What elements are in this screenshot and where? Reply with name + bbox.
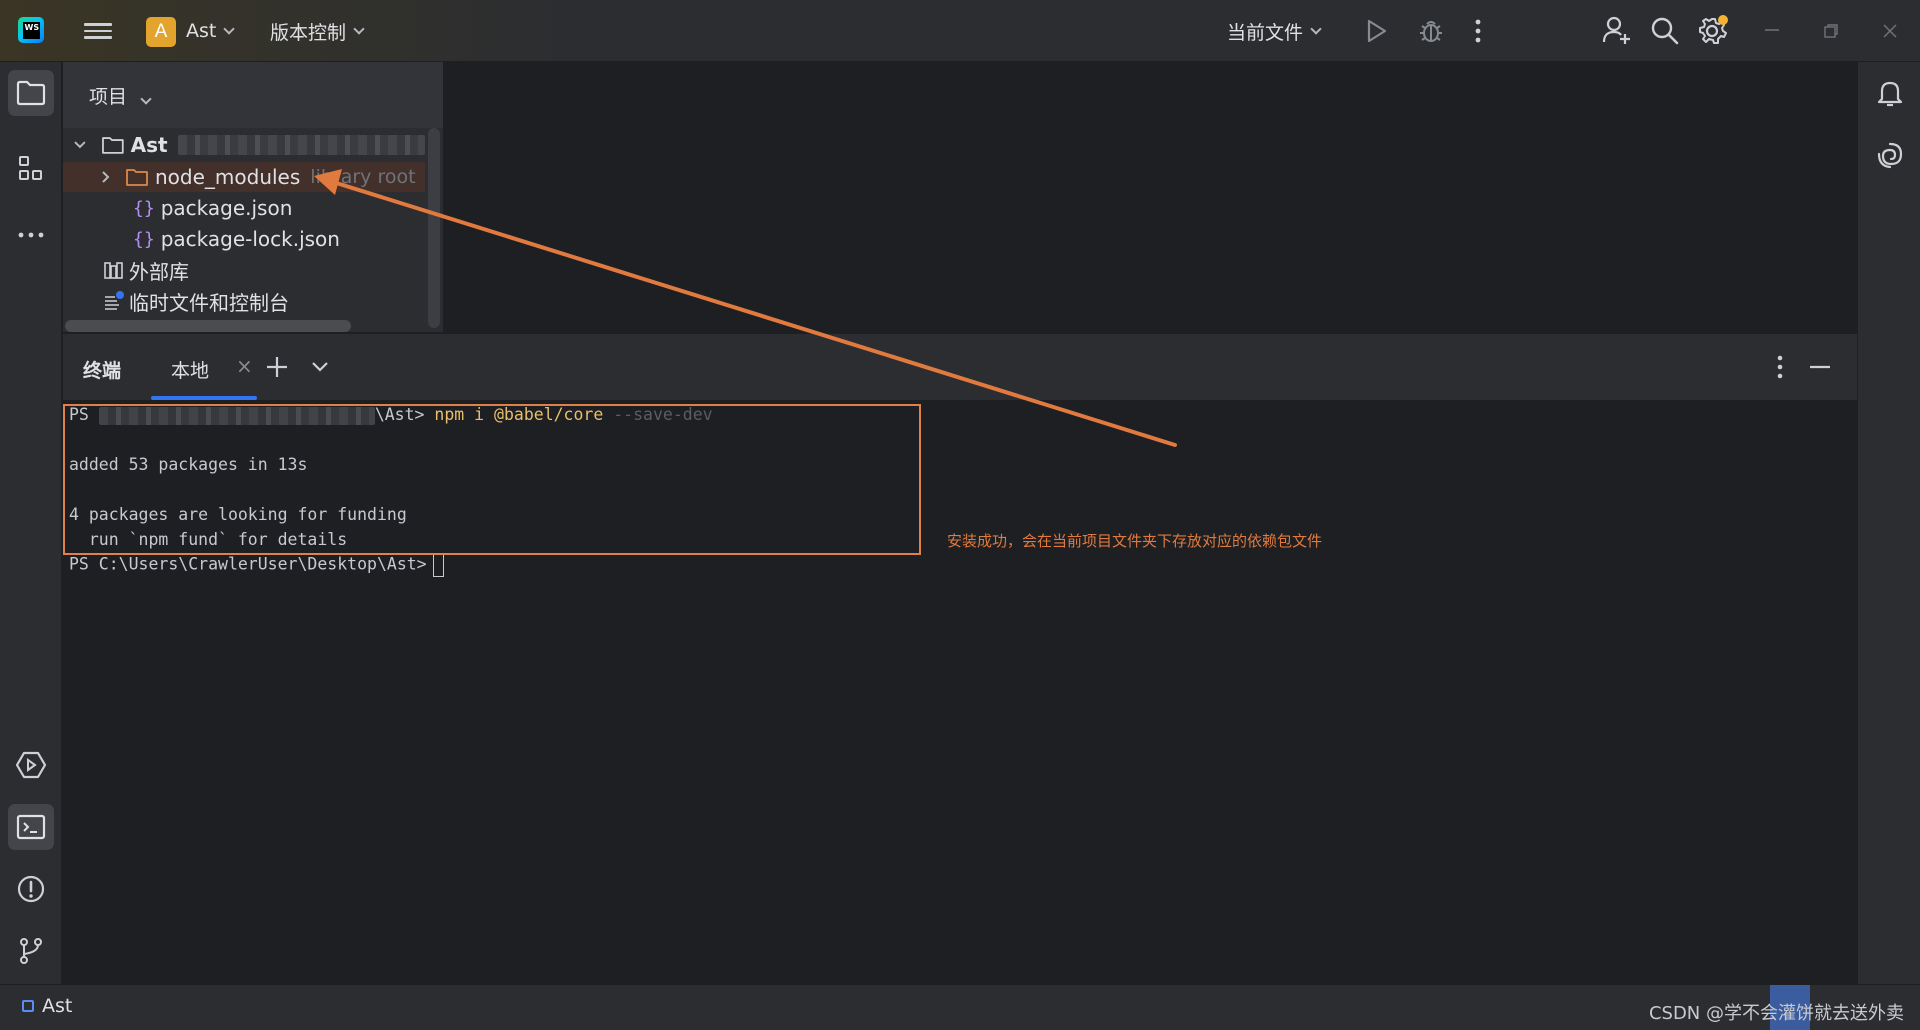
- restore-window-icon[interactable]: [1823, 23, 1839, 39]
- scratches-icon: [105, 291, 124, 310]
- tree-item-label: 外部库: [129, 259, 189, 284]
- vertical-scrollbar[interactable]: [428, 128, 440, 328]
- close-window-icon[interactable]: [1882, 23, 1898, 39]
- structure-icon: [19, 156, 42, 180]
- chevron-down-icon: [1310, 22, 1322, 35]
- project-name: Ast: [186, 20, 217, 42]
- project-icon: [22, 1000, 34, 1012]
- annotation-text: 安装成功，会在当前项目文件夹下存放对应的依赖包文件: [947, 532, 1323, 550]
- folder-icon: [101, 137, 124, 154]
- library-root-hint: library root: [310, 166, 416, 188]
- chevron-down-icon: [140, 93, 152, 105]
- status-project[interactable]: Ast: [22, 995, 72, 1017]
- tab-local[interactable]: 本地 ×: [151, 334, 257, 400]
- vcs-label: 版本控制: [270, 21, 347, 44]
- chevron-right-icon: [102, 171, 110, 183]
- run-config-label: 当前文件: [1227, 21, 1304, 44]
- terminal-cursor: [432, 553, 444, 577]
- json-file-icon: {}: [133, 228, 155, 250]
- terminal-header: 终端 本地 ×: [63, 334, 1857, 400]
- tree-item-label: node_modules: [155, 165, 301, 189]
- folder-icon: [16, 80, 46, 106]
- project-tool-button[interactable]: [8, 70, 54, 116]
- library-icon: [104, 262, 123, 279]
- ai-assistant-icon[interactable]: [1875, 140, 1905, 170]
- run-config-selector[interactable]: 当前文件: [1227, 0, 1322, 62]
- problems-tool-button[interactable]: [8, 866, 54, 912]
- code-with-me-icon[interactable]: [1602, 15, 1632, 45]
- tab-local-label: 本地: [171, 360, 210, 382]
- structure-tool-button[interactable]: [8, 146, 54, 192]
- services-tool-button[interactable]: [8, 742, 54, 788]
- webstorm-logo-icon[interactable]: WS: [18, 17, 44, 43]
- tree-item-package-json[interactable]: {} package.json: [63, 193, 425, 223]
- project-panel-title: 项目: [89, 86, 128, 108]
- close-tab-icon[interactable]: ×: [236, 354, 253, 378]
- redacted-path: [177, 135, 425, 155]
- project-badge[interactable]: A: [146, 17, 176, 47]
- terminal-icon: [16, 814, 46, 840]
- minimize-window-icon[interactable]: [1764, 28, 1780, 32]
- tree-item-label: 临时文件和控制台: [129, 290, 289, 315]
- terminal-line-prompt: PS C:\Users\CrawlerUser\Desktop\Ast>: [69, 553, 444, 577]
- chevron-down-icon[interactable]: [311, 361, 329, 373]
- editor-area[interactable]: [443, 62, 1857, 332]
- terminal-options-icon[interactable]: [1776, 354, 1784, 380]
- more-tools-button[interactable]: [8, 212, 54, 258]
- debug-icon[interactable]: [1417, 17, 1445, 45]
- chevron-down-icon: [74, 141, 86, 149]
- vcs-menu[interactable]: 版本控制: [270, 0, 365, 62]
- ps-prompt: PS C:\Users\CrawlerUser\Desktop\Ast>: [69, 554, 427, 574]
- settings-gear-icon[interactable]: [1697, 14, 1729, 46]
- more-vertical-icon[interactable]: [1474, 18, 1482, 44]
- terminal-panel: 终端 本地 × PS \Ast> npm i @babel/core --sav…: [63, 333, 1857, 985]
- highlight-box: [63, 404, 921, 555]
- status-bar: Ast CSDN @学不会灌饼就去送外卖: [0, 984, 1920, 1030]
- tree-item-package-lock[interactable]: {} package-lock.json: [63, 224, 425, 254]
- left-tool-strip: [0, 62, 62, 984]
- title-bar: WS A Ast 版本控制 当前文件: [0, 0, 1920, 62]
- folder-icon: [126, 169, 148, 186]
- git-tool-button[interactable]: [8, 928, 54, 974]
- json-file-icon: {}: [133, 197, 155, 219]
- new-tab-plus-icon[interactable]: [265, 355, 289, 379]
- main-menu-icon[interactable]: [84, 19, 112, 43]
- tree-item-label: Ast: [130, 133, 168, 157]
- more-horizontal-icon: [18, 232, 44, 238]
- terminal-output[interactable]: PS \Ast> npm i @babel/core --save-dev ad…: [63, 400, 1857, 985]
- tree-item-node-modules[interactable]: node_modules library root: [63, 162, 425, 192]
- csdn-watermark: CSDN @学不会灌饼就去送外卖: [1648, 1003, 1904, 1024]
- tree-item-external-libraries[interactable]: 外部库: [63, 255, 425, 285]
- project-panel-header: 项目: [63, 62, 443, 128]
- tree-item-label: package-lock.json: [160, 227, 340, 251]
- chevron-down-icon: [353, 22, 365, 35]
- project-switcher[interactable]: Ast: [186, 0, 236, 62]
- chevron-down-icon: [223, 22, 236, 35]
- run-icon[interactable]: [1363, 18, 1389, 44]
- warning-circle-icon: [17, 875, 45, 903]
- search-icon[interactable]: [1650, 16, 1680, 46]
- notifications-bell-icon[interactable]: [1875, 78, 1905, 108]
- project-panel: 项目 Ast node_modules library root {} pack…: [63, 62, 443, 332]
- tree-item-label: package.json: [160, 196, 293, 220]
- tree-item-scratches[interactable]: 临时文件和控制台: [63, 286, 425, 316]
- services-icon: [15, 751, 47, 779]
- project-view-selector[interactable]: 项目: [89, 82, 152, 109]
- horizontal-scrollbar[interactable]: [65, 320, 351, 332]
- tree-item-root[interactable]: Ast: [63, 130, 425, 160]
- git-branch-icon: [20, 938, 42, 964]
- terminal-tool-button[interactable]: [8, 804, 54, 850]
- terminal-title: 终端: [83, 360, 122, 382]
- status-project-label: Ast: [42, 995, 73, 1017]
- hide-panel-icon[interactable]: [1809, 365, 1831, 369]
- right-tool-strip: [1857, 62, 1920, 984]
